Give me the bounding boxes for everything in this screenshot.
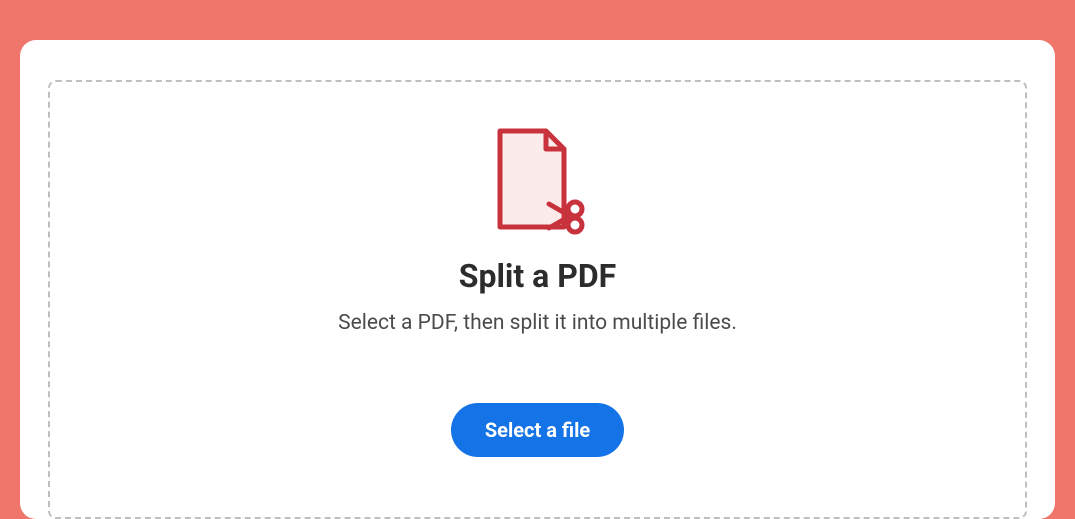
split-pdf-icon xyxy=(490,127,585,237)
page-title: Split a PDF xyxy=(459,257,616,295)
page-subtitle: Select a PDF, then split it into multipl… xyxy=(338,311,737,335)
file-dropzone[interactable]: Split a PDF Select a PDF, then split it … xyxy=(48,80,1027,519)
select-file-button[interactable]: Select a file xyxy=(451,403,624,457)
upload-card: Split a PDF Select a PDF, then split it … xyxy=(20,40,1055,519)
